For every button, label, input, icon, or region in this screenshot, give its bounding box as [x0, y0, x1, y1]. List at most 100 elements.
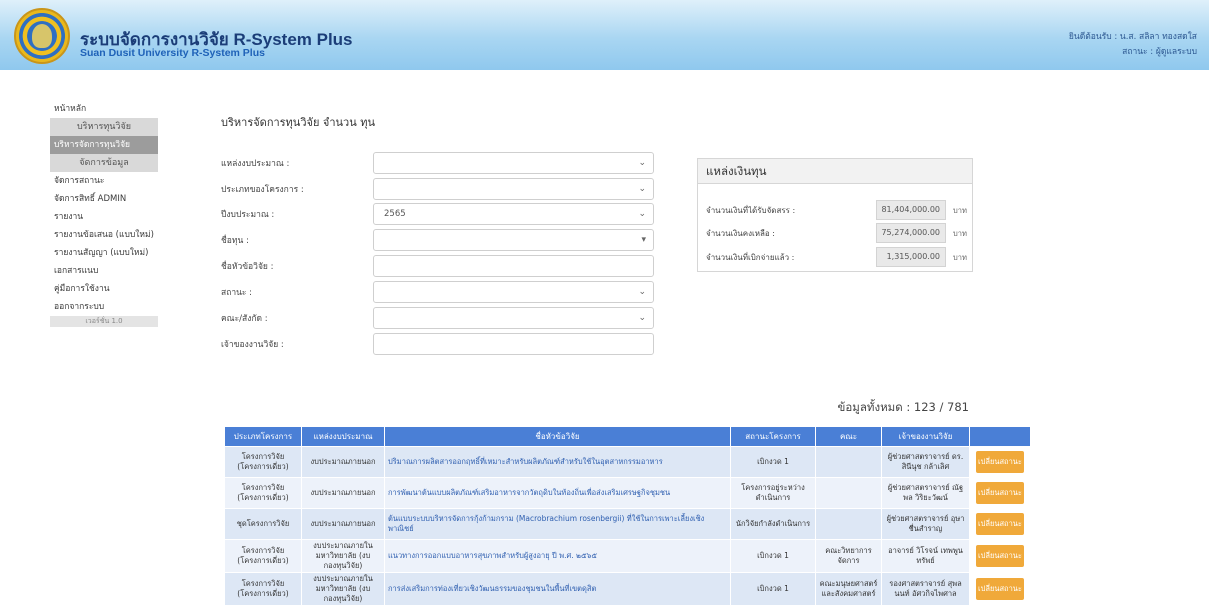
chevron-down-icon: ⌄ [638, 184, 646, 194]
label-budget-source: แหล่งงบประมาณ : [221, 159, 290, 169]
caret-down-icon: ▾ [641, 235, 646, 245]
user-role: สถานะ : ผู้ดูแลระบบ [1122, 47, 1197, 57]
fund-allocated-label: จำนวนเงินที่ได้รับจัดสรร : [706, 206, 796, 215]
cell-budget-source: งบประมาณภายนอก [301, 508, 385, 540]
cell-project-type: โครงการวิจัย (โครงการเดี่ยว) [224, 572, 302, 606]
label-faculty: คณะ/สังกัด : [221, 314, 268, 324]
project-type-select[interactable]: ⌄ [373, 178, 654, 200]
col-header-action [969, 426, 1031, 447]
col-header-research-title[interactable]: ชื่อหัวข้อวิจัย [384, 426, 731, 447]
sidebar-item-logout[interactable]: ออกจากระบบ [50, 298, 158, 316]
cell-research-title-link[interactable]: ต้นแบบระบบบริหารจัดการกุ้งก้ามกราม (Macr… [384, 508, 731, 540]
cell-researcher: รองศาสตราจารย์ สุพล นนท์ อัศวกิจไพศาล [881, 572, 970, 606]
cell-budget-source: งบประมาณภายในมหาวิทยาลัย (งบกองทุนวิจัย) [301, 539, 385, 573]
fund-row-disbursed: จำนวนเงินที่เบิกจ่ายแล้ว : 1,315,000.00 … [706, 247, 968, 267]
cell-faculty: คณะมนุษยศาสตร์และสังคมศาสตร์ [815, 572, 882, 606]
table-row: ชุดโครงการวิจัย งบประมาณภายนอก ต้นแบบระบ… [224, 508, 1031, 540]
cell-project-type: โครงการวิจัย (โครงการเดี่ยว) [224, 477, 302, 509]
cell-project-status: เบิกงวด 1 [730, 572, 816, 606]
sidebar-item-attachments[interactable]: เอกสารแนบ [50, 262, 158, 280]
page-title: บริหารจัดการทุนวิจัย จำนวน ทุน [221, 116, 375, 129]
cell-project-type: ชุดโครงการวิจัย [224, 508, 302, 540]
version-label: เวอร์ชั่น 1.0 [50, 316, 158, 327]
fund-panel-title: แหล่งเงินทุน [698, 159, 972, 184]
researcher-input[interactable] [373, 333, 654, 355]
col-header-project-status[interactable]: สถานะโครงการ [730, 426, 816, 447]
change-status-button[interactable]: เปลี่ยนสถานะ [976, 482, 1024, 504]
cell-research-title-link[interactable]: แนวทางการออกแบบอาหารสุขภาพสำหรับผู้สูงอา… [384, 539, 731, 573]
cell-faculty: คณะวิทยาการจัดการ [815, 539, 882, 573]
col-header-project-type[interactable]: ประเภทโครงการ [224, 426, 302, 447]
logo-emblem [32, 24, 52, 48]
chevron-down-icon: ⌄ [638, 313, 646, 323]
table-row: โครงการวิจัย (โครงการเดี่ยว) งบประมาณภาย… [224, 477, 1031, 509]
col-header-faculty[interactable]: คณะ [815, 426, 882, 447]
sidebar-item-reports[interactable]: รายงาน [50, 208, 158, 226]
sidebar-item-manage-status[interactable]: จัดการสถานะ [50, 172, 158, 190]
sidebar-item-manage-funds[interactable]: บริหารจัดการทุนวิจัย [50, 136, 158, 154]
change-status-button[interactable]: เปลี่ยนสถานะ [976, 545, 1024, 567]
sidebar-item-contract-report[interactable]: รายงานสัญญา (แบบใหม่) [50, 244, 158, 262]
research-table: ประเภทโครงการ แหล่งงบประมาณ ชื่อหัวข้อวิ… [224, 426, 1031, 606]
fund-remaining-value: 75,274,000.00 [876, 223, 946, 243]
chevron-down-icon: ⌄ [638, 158, 646, 168]
change-status-button[interactable]: เปลี่ยนสถานะ [976, 451, 1024, 473]
sidebar-menu: หน้าหลัก บริหารทุนวิจัย บริหารจัดการทุนว… [50, 100, 158, 327]
budget-source-select[interactable]: ⌄ [373, 152, 654, 174]
user-info: ยินดีต้อนรับ : น.ส. สลิลา ทองสดใส สถานะ … [1069, 30, 1197, 60]
cell-researcher: ผู้ช่วยศาสตราจารย์ ดร. สินีนุช กล้าเลิศ [881, 446, 970, 478]
cell-project-status: นักวิจัยกำลังดำเนินการ [730, 508, 816, 540]
cell-research-title-link[interactable]: การพัฒนาต้นแบบผลิตภัณฑ์เสริมอาหารจากวัตถ… [384, 477, 731, 509]
app-title-english: Suan Dusit University R-System Plus [80, 47, 265, 59]
cell-action: เปลี่ยนสถานะ [969, 477, 1031, 509]
fund-row-remaining: จำนวนเงินคงเหลือ : 75,274,000.00 บาท [706, 223, 968, 243]
table-row: โครงการวิจัย (โครงการเดี่ยว) งบประมาณภาย… [224, 572, 1031, 606]
label-project-type: ประเภทของโครงการ : [221, 185, 304, 195]
research-topic-input[interactable] [373, 255, 654, 277]
sidebar-item-proposal-report[interactable]: รายงานข้อเสนอ (แบบใหม่) [50, 226, 158, 244]
cell-faculty [815, 508, 882, 540]
cell-researcher: ผู้ช่วยศาสตราจารย์ ณัฐพล วิริยะวัฒน์ [881, 477, 970, 509]
cell-action: เปลี่ยนสถานะ [969, 539, 1031, 573]
cell-research-title-link[interactable]: การส่งเสริมการท่องเที่ยวเชิงวัฒนธรรมของช… [384, 572, 731, 606]
fund-remaining-label: จำนวนเงินคงเหลือ : [706, 229, 775, 238]
cell-researcher: ผู้ช่วยศาสตราจารย์ อุษา ชื่นสำราญ [881, 508, 970, 540]
change-status-button[interactable]: เปลี่ยนสถานะ [976, 513, 1024, 535]
cell-action: เปลี่ยนสถานะ [969, 508, 1031, 540]
fund-name-select[interactable]: ▾ [373, 229, 654, 251]
chevron-down-icon: ⌄ [638, 287, 646, 297]
welcome-user: ยินดีต้อนรับ : น.ส. สลิลา ทองสดใส [1068, 32, 1197, 42]
sidebar-item-home[interactable]: หน้าหลัก [50, 100, 158, 118]
fund-source-panel: แหล่งเงินทุน จำนวนเงินที่ได้รับจัดสรร : … [697, 158, 973, 272]
cell-project-type: โครงการวิจัย (โครงการเดี่ยว) [224, 446, 302, 478]
record-count: ข้อมูลทั้งหมด : 123 / 781 [837, 400, 970, 414]
label-researcher: เจ้าของงานวิจัย : [221, 340, 284, 350]
app-header: ระบบจัดการงานวิจัย R-System Plus Suan Du… [0, 0, 1209, 70]
cell-research-title-link[interactable]: ปริมาณการผลิตสารออกฤทธิ์ที่เหมาะสำหรับผล… [384, 446, 731, 478]
status-select[interactable]: ⌄ [373, 281, 654, 303]
cell-faculty [815, 477, 882, 509]
col-header-researcher[interactable]: เจ้าของงานวิจัย [881, 426, 970, 447]
cell-project-status: เบิกงวด 1 [730, 539, 816, 573]
cell-budget-source: งบประมาณภายนอก [301, 477, 385, 509]
cell-budget-source: งบประมาณภายนอก [301, 446, 385, 478]
fund-disbursed-label: จำนวนเงินที่เบิกจ่ายแล้ว : [706, 253, 795, 262]
cell-faculty [815, 446, 882, 478]
label-fiscal-year: ปีงบประมาณ : [221, 210, 275, 220]
sidebar-section-research-funds[interactable]: บริหารทุนวิจัย [50, 118, 158, 136]
sidebar-item-manual[interactable]: คู่มือการใช้งาน [50, 280, 158, 298]
faculty-select[interactable]: ⌄ [373, 307, 654, 329]
fund-allocated-value: 81,404,000.00 [876, 200, 946, 220]
label-status: สถานะ : [221, 288, 253, 298]
fiscal-year-select[interactable]: 2565 ⌄ [373, 203, 654, 225]
table-header-row: ประเภทโครงการ แหล่งงบประมาณ ชื่อหัวข้อวิ… [224, 426, 1031, 447]
sidebar-item-admin-rights[interactable]: จัดการสิทธิ์ ADMIN [50, 190, 158, 208]
sidebar-section-manage-data[interactable]: จัดการข้อมูล [50, 154, 158, 172]
change-status-button[interactable]: เปลี่ยนสถานะ [976, 578, 1024, 600]
fund-allocated-unit: บาท [953, 206, 967, 215]
fund-disbursed-value: 1,315,000.00 [876, 247, 946, 267]
label-research-topic: ชื่อหัวข้อวิจัย : [221, 262, 274, 272]
table-row: โครงการวิจัย (โครงการเดี่ยว) งบประมาณภาย… [224, 446, 1031, 478]
label-fund-name: ชื่อทุน : [221, 236, 249, 246]
col-header-budget-source[interactable]: แหล่งงบประมาณ [301, 426, 385, 447]
